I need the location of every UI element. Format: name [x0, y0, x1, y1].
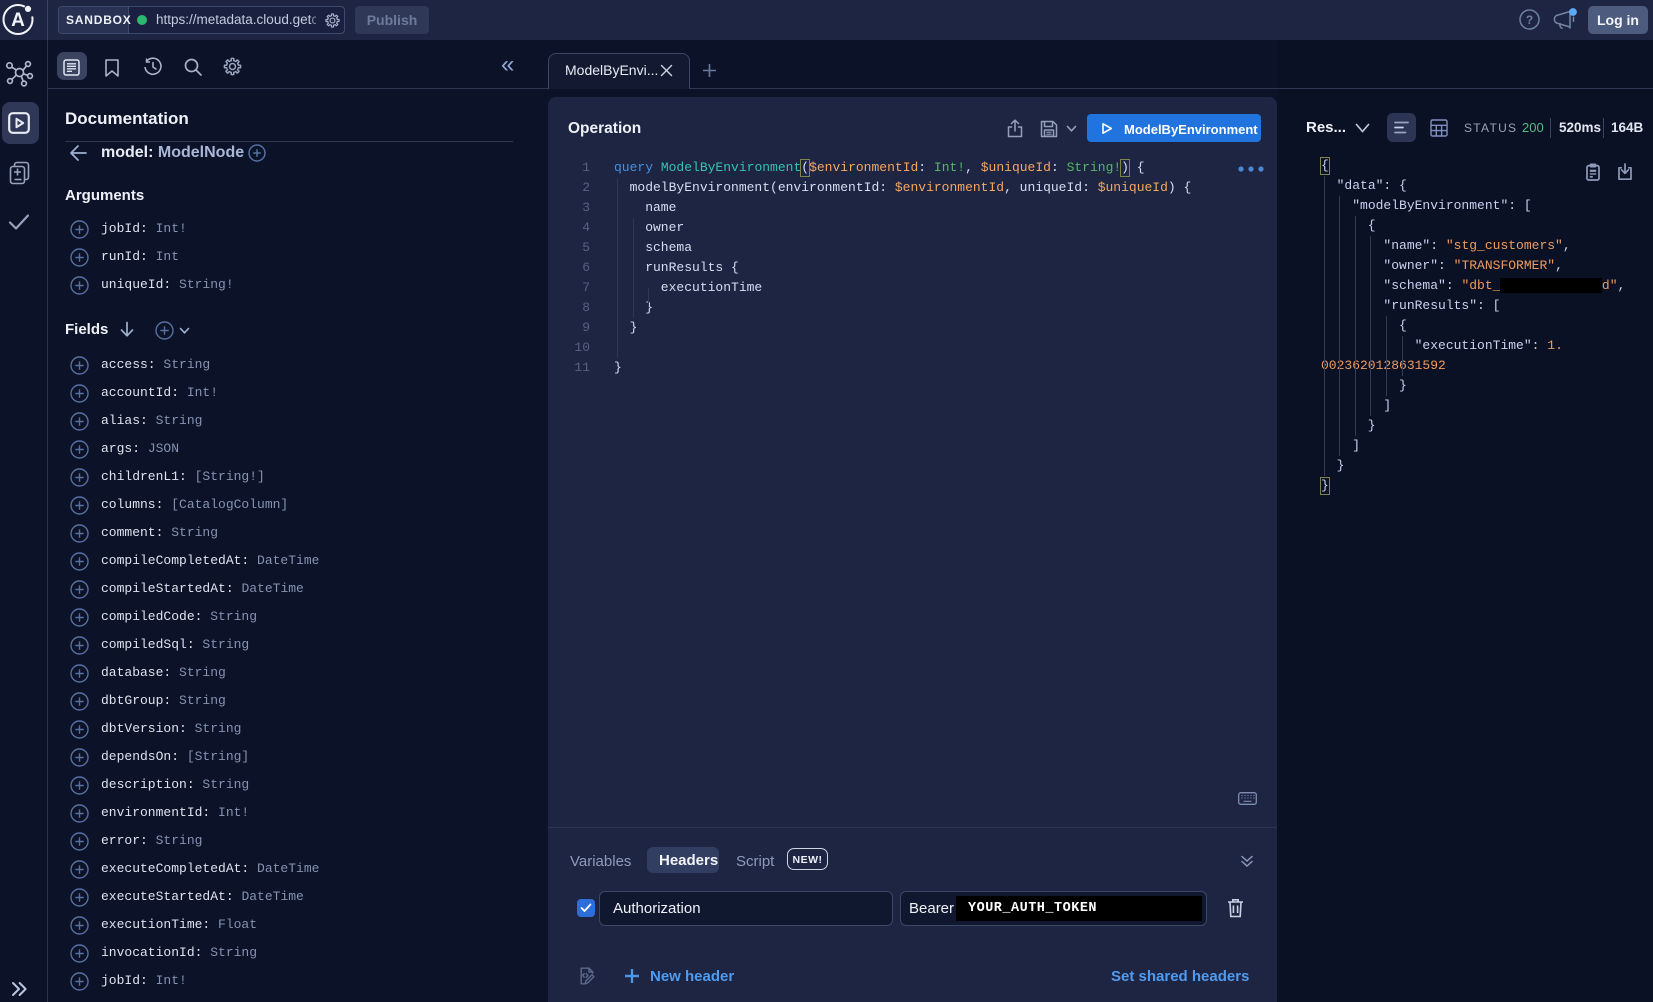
- svg-text:?: ?: [1526, 13, 1533, 27]
- svg-text:A: A: [11, 10, 25, 31]
